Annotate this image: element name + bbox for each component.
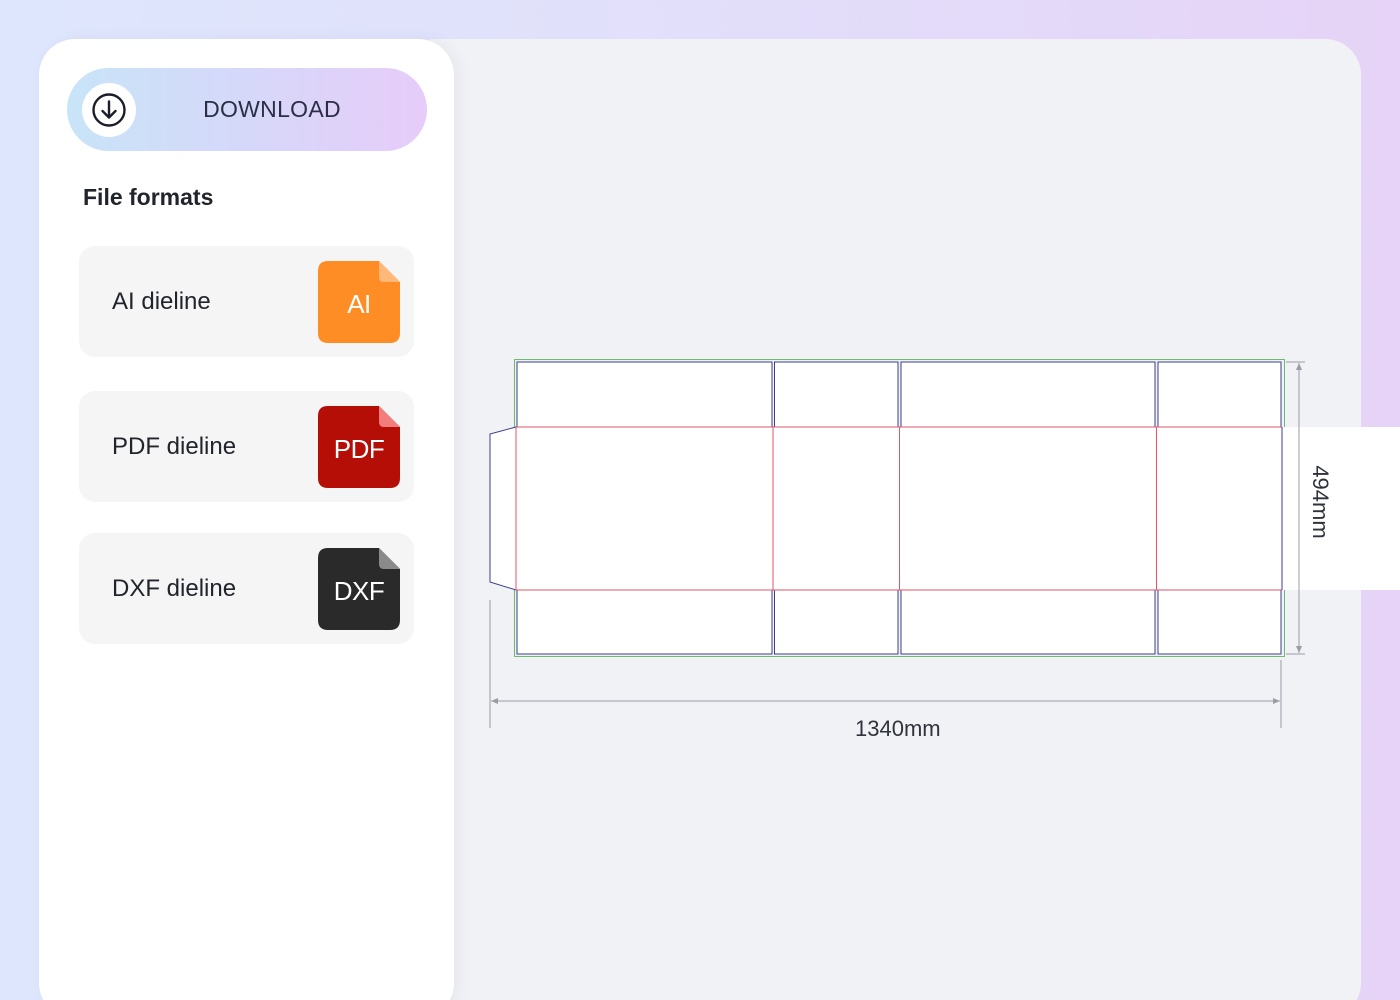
top-flap-4 (1157, 361, 1282, 428)
top-flap-3 (900, 361, 1156, 428)
bottom-flap-3 (900, 589, 1156, 655)
height-dimension-label: 494mm (1308, 465, 1333, 539)
width-dimension-label: 1340mm (855, 716, 941, 741)
height-arrow-bottom (1296, 646, 1302, 653)
bottom-flap-1 (516, 589, 773, 655)
top-flap-1 (516, 361, 773, 428)
bottom-flap-2 (774, 589, 899, 655)
width-arrow-left (491, 698, 498, 704)
height-arrow-top (1296, 363, 1302, 370)
box-dieline-drawing (489, 359, 1400, 728)
bottom-flaps (516, 589, 1282, 655)
width-arrow-right (1273, 698, 1280, 704)
glue-flap (489, 426, 517, 591)
top-flap-2 (774, 361, 899, 428)
bottom-flap-4 (1157, 589, 1282, 655)
top-flaps (516, 361, 1282, 428)
